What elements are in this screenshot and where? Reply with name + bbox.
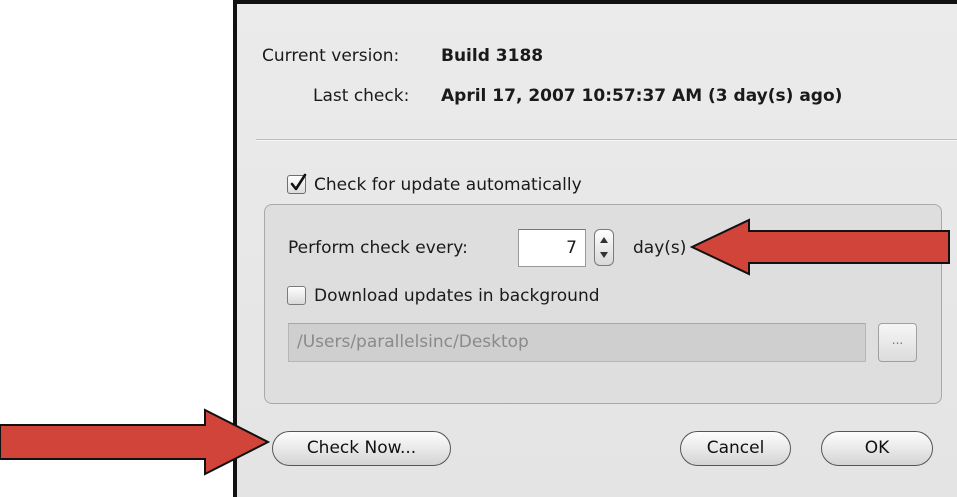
annotation-arrows (0, 218, 950, 476)
arrow-to-check-now-icon (0, 408, 271, 476)
arrow-to-interval-icon (689, 218, 950, 276)
